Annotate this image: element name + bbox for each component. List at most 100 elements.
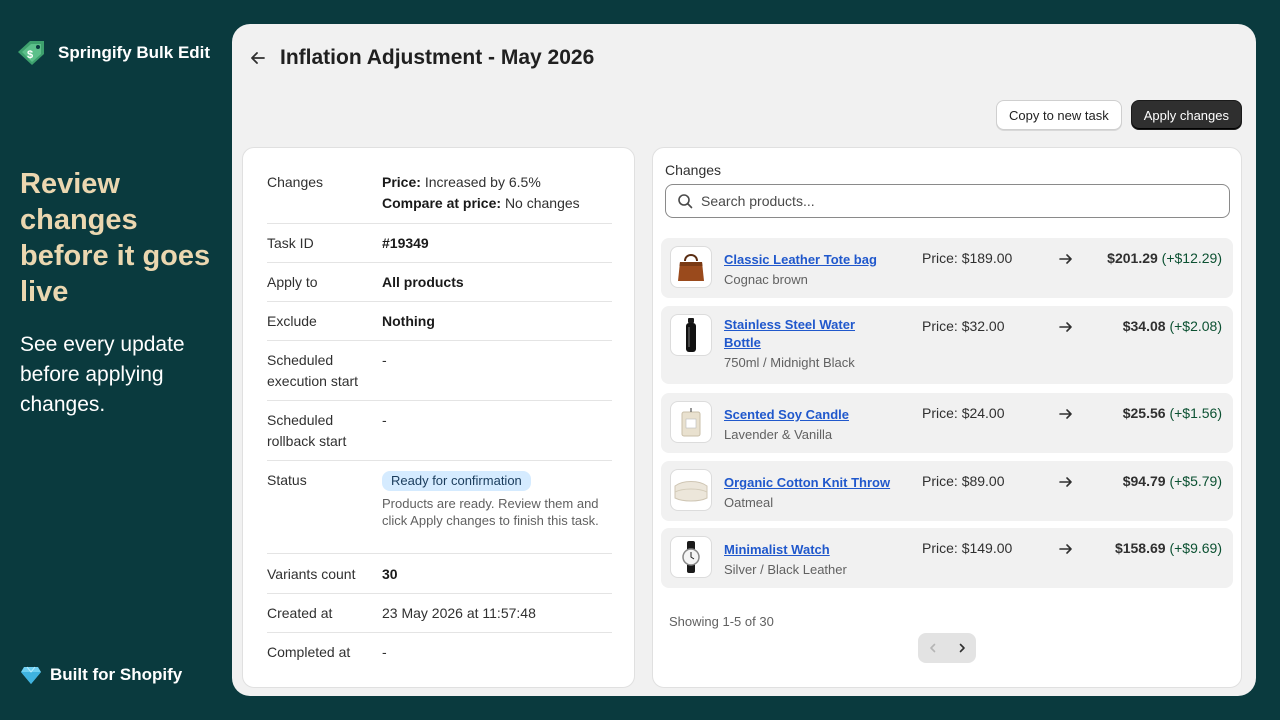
- changes-card: Changes Classic Leather Tote bag Cognac …: [652, 147, 1242, 688]
- changes-value: Price: Increased by 6.5% Compare at pric…: [382, 172, 612, 223]
- old-price-value: $189.00: [961, 250, 1013, 266]
- price-label: Price:: [922, 405, 958, 421]
- product-name-link[interactable]: Minimalist Watch: [724, 541, 830, 559]
- product-row: Organic Cotton Knit Throw Oatmeal Price:…: [661, 461, 1233, 521]
- price-label: Price:: [922, 318, 958, 334]
- exclude-value: Nothing: [382, 313, 435, 329]
- product-row: Scented Soy Candle Lavender & Vanilla Pr…: [661, 393, 1233, 453]
- product-name-link[interactable]: Classic Leather Tote bag: [724, 251, 877, 269]
- old-price-value: $89.00: [961, 473, 1005, 489]
- changes-label: Changes: [267, 174, 324, 190]
- price-label: Price:: [922, 540, 958, 556]
- page-actions: Copy to new task Apply changes: [996, 100, 1242, 130]
- brand: $ Springify Bulk Edit: [16, 38, 210, 68]
- pagination: [918, 633, 976, 663]
- price-diff: (+$12.29): [1161, 250, 1222, 266]
- back-arrow-icon[interactable]: [248, 48, 268, 68]
- status-badge: Ready for confirmation: [382, 471, 531, 491]
- search-input[interactable]: [701, 193, 1229, 209]
- search-icon: [677, 193, 693, 209]
- scheduled-execution-value: -: [382, 352, 387, 368]
- detail-row-task-id: Task ID #19349: [267, 233, 612, 263]
- diamond-icon: [20, 664, 42, 686]
- price-tag-logo-icon: $: [16, 38, 48, 68]
- price-diff: (+$5.79): [1169, 473, 1222, 489]
- scheduled-rollback-label: Scheduled rollback start: [267, 412, 347, 449]
- product-name-link[interactable]: Scented Soy Candle: [724, 406, 849, 424]
- app-window: Inflation Adjustment - May 2026 Copy to …: [232, 24, 1256, 696]
- headline: Review changes before it goes live: [20, 168, 211, 308]
- product-row: Classic Leather Tote bag Cognac brown Pr…: [661, 238, 1233, 298]
- built-for-shopify-label: Built for Shopify: [50, 665, 183, 684]
- detail-row-scheduled-execution: Scheduled execution start -: [267, 350, 612, 401]
- status-value: Ready for confirmation Products are read…: [382, 470, 612, 553]
- completed-at-label: Completed at: [267, 644, 351, 660]
- arrow-right-icon: [1058, 541, 1074, 557]
- old-price-value: $24.00: [961, 405, 1005, 421]
- completed-at-value: -: [382, 644, 387, 660]
- price-change: Increased by 6.5%: [424, 174, 541, 190]
- watch-icon: [670, 536, 712, 578]
- detail-row-exclude: Exclude Nothing: [267, 311, 612, 341]
- product-variant: Oatmeal: [724, 495, 774, 510]
- arrow-right-icon: [1058, 406, 1074, 422]
- old-price: Price: $149.00: [922, 540, 1012, 556]
- old-price: Price: $24.00: [922, 405, 1005, 421]
- water-bottle-icon: [670, 314, 712, 356]
- copy-to-new-task-button[interactable]: Copy to new task: [996, 100, 1122, 130]
- status-label: Status: [267, 472, 307, 488]
- changes-heading: Changes: [665, 162, 722, 178]
- status-description: Products are ready. Review them and clic…: [382, 496, 599, 528]
- arrow-right-icon: [1058, 474, 1074, 490]
- arrow-right-icon: [1058, 251, 1074, 267]
- product-variant: 750ml / Midnight Black: [724, 355, 855, 370]
- brand-name: Springify Bulk Edit: [58, 43, 211, 62]
- next-page-button[interactable]: [947, 633, 976, 663]
- detail-row-changes: Changes Price: Increased by 6.5% Compare…: [267, 172, 612, 224]
- task-id-value: #19349: [382, 235, 429, 251]
- new-price: $94.79 (+$5.79): [1123, 473, 1222, 489]
- scheduled-execution-label: Scheduled execution start: [267, 352, 359, 389]
- detail-row-scheduled-rollback: Scheduled rollback start -: [267, 410, 612, 461]
- exclude-label: Exclude: [267, 313, 317, 329]
- subhead: See every update before applying changes…: [20, 333, 185, 416]
- product-name-link[interactable]: Stainless Steel Water Bottle: [724, 316, 874, 352]
- price-diff: (+$1.56): [1169, 405, 1222, 421]
- detail-row-apply-to: Apply to All products: [267, 272, 612, 302]
- product-row: Stainless Steel Water Bottle 750ml / Mid…: [661, 306, 1233, 384]
- variants-count-value: 30: [382, 566, 398, 582]
- new-price-value: $158.69: [1114, 540, 1166, 556]
- search-field[interactable]: [665, 184, 1230, 218]
- created-at-value: 23 May 2026 at 11:57:48: [382, 605, 536, 621]
- scheduled-rollback-value: -: [382, 412, 387, 428]
- pagination-summary: Showing 1-5 of 30: [669, 614, 774, 629]
- previous-page-button[interactable]: [918, 633, 947, 663]
- apply-to-label: Apply to: [267, 274, 318, 290]
- blanket-icon: [670, 469, 712, 511]
- apply-changes-button[interactable]: Apply changes: [1130, 100, 1242, 130]
- product-variant: Silver / Black Leather: [724, 562, 847, 577]
- compare-key: Compare at price:: [382, 195, 502, 211]
- page-header: Inflation Adjustment - May 2026: [248, 46, 594, 70]
- price-key: Price:: [382, 174, 421, 190]
- old-price: Price: $32.00: [922, 318, 1005, 334]
- product-row: Minimalist Watch Silver / Black Leather …: [661, 528, 1233, 588]
- candle-icon: [670, 401, 712, 443]
- price-label: Price:: [922, 250, 958, 266]
- old-price: Price: $189.00: [922, 250, 1012, 266]
- task-id-label: Task ID: [267, 235, 314, 251]
- new-price-value: $94.79: [1122, 473, 1166, 489]
- arrow-right-icon: [1058, 319, 1074, 335]
- product-variant: Cognac brown: [724, 272, 808, 287]
- new-price-value: $201.29: [1107, 250, 1158, 266]
- task-details-card: Changes Price: Increased by 6.5% Compare…: [242, 147, 635, 688]
- product-name-link[interactable]: Organic Cotton Knit Throw: [724, 474, 890, 492]
- detail-row-completed-at: Completed at -: [267, 642, 612, 672]
- created-at-label: Created at: [267, 605, 333, 621]
- chevron-right-icon: [959, 643, 965, 653]
- new-price: $201.29 (+$12.29): [1107, 250, 1222, 266]
- new-price: $34.08 (+$2.08): [1123, 318, 1222, 334]
- new-price: $25.56 (+$1.56): [1123, 405, 1222, 421]
- old-price-value: $149.00: [961, 540, 1013, 556]
- built-for-shopify-badge: Built for Shopify: [20, 664, 182, 686]
